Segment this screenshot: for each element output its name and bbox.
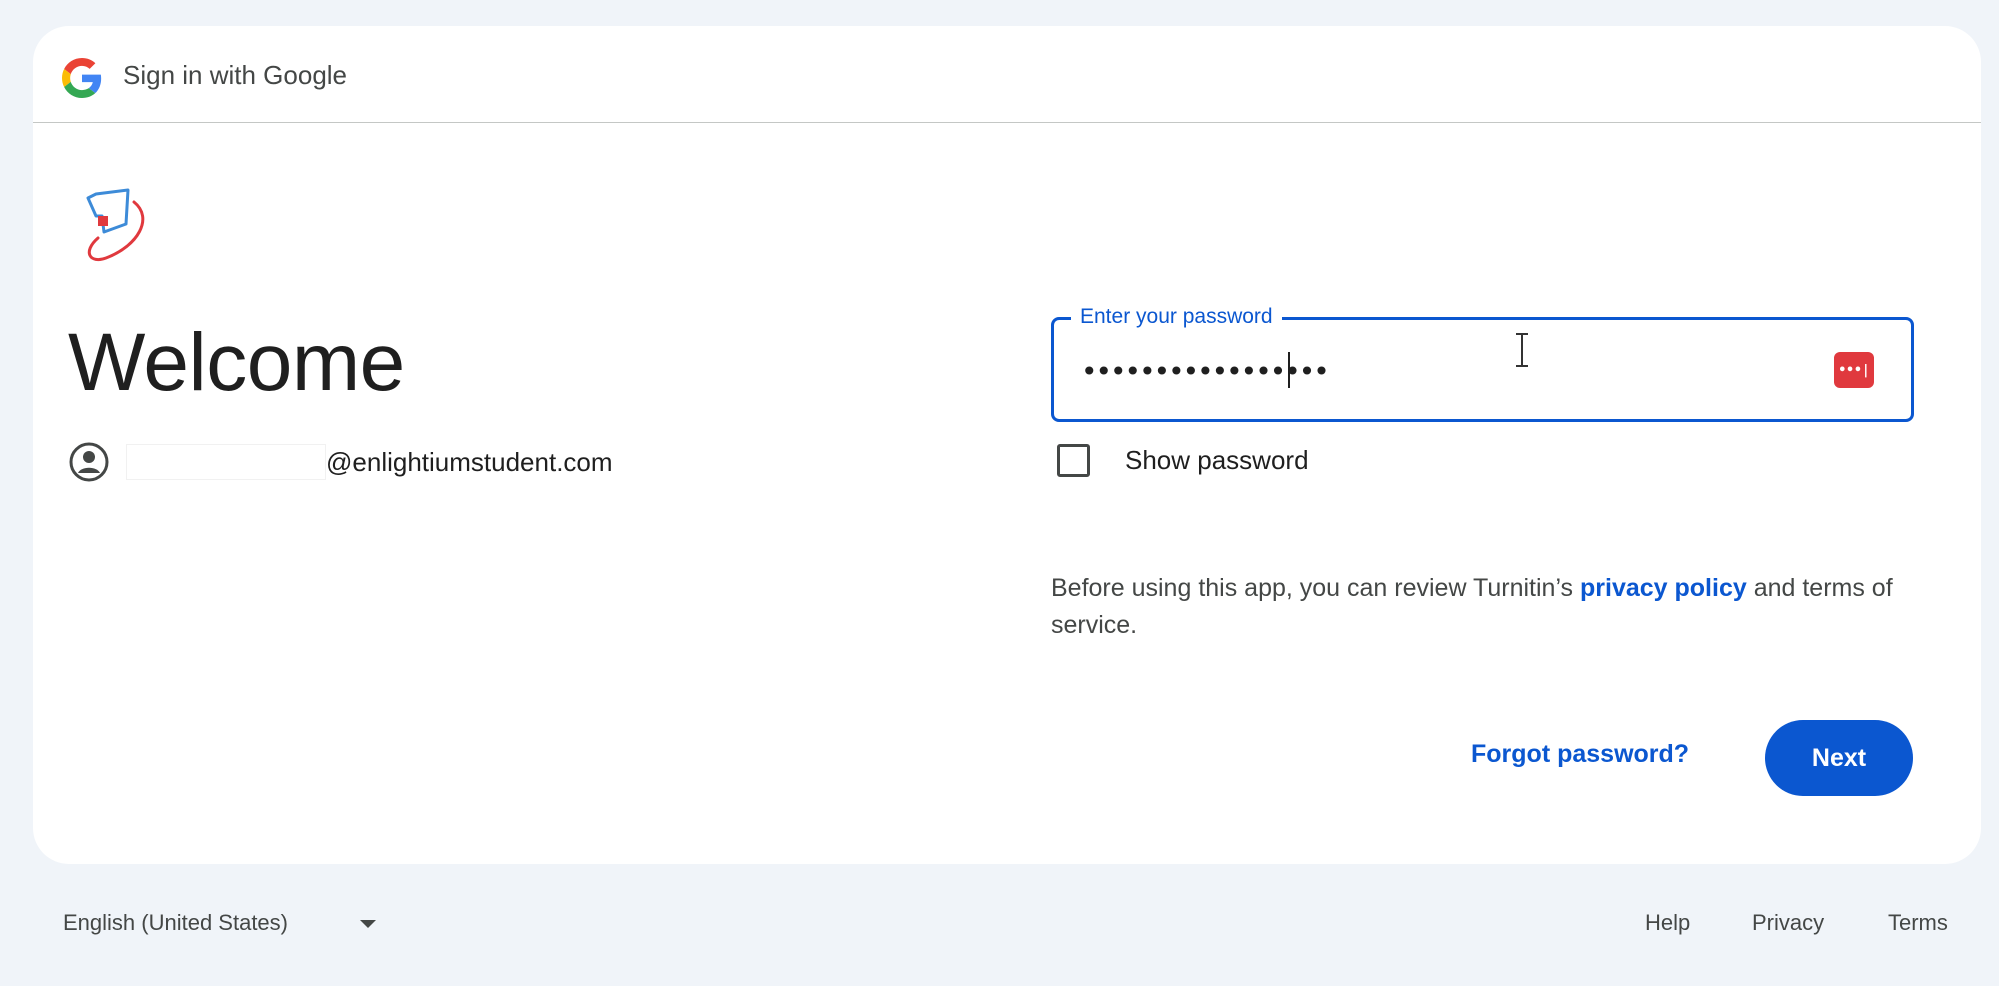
header-title: Sign in with Google xyxy=(123,60,348,90)
footer-terms-link[interactable]: Terms xyxy=(1888,910,1948,936)
footer-privacy-link[interactable]: Privacy xyxy=(1752,910,1824,936)
privacy-notice: Before using this app, you can review Tu… xyxy=(1051,570,1911,644)
account-email: @enlightiumstudent.com xyxy=(326,446,613,477)
turnitin-logo-icon xyxy=(86,188,145,261)
password-manager-icon[interactable]: •••| xyxy=(1834,352,1874,388)
dropdown-arrow-icon[interactable] xyxy=(360,920,376,928)
show-password-toggle[interactable]: Show password xyxy=(1057,440,1309,480)
privacy-policy-link[interactable]: privacy policy xyxy=(1580,574,1747,602)
footer-help-link[interactable]: Help xyxy=(1645,910,1690,936)
account-chip[interactable]: @enlightiumstudent.com xyxy=(68,440,613,484)
card-header: Sign in with Google xyxy=(33,26,1981,123)
language-selector[interactable]: English (United States) xyxy=(63,910,288,936)
text-caret xyxy=(1288,352,1290,388)
google-logo-icon xyxy=(62,58,102,98)
forgot-password-link[interactable]: Forgot password? xyxy=(1471,740,1689,769)
policy-text-before: Before using this app, you can review Tu… xyxy=(1051,574,1580,602)
password-value[interactable]: ••••••••••••••••• xyxy=(1081,355,1330,388)
show-password-label[interactable]: Show password xyxy=(1125,445,1309,476)
ibeam-cursor-icon xyxy=(1516,333,1528,367)
next-button[interactable]: Next xyxy=(1765,720,1913,796)
show-password-checkbox[interactable] xyxy=(1057,443,1090,477)
account-circle-icon xyxy=(69,442,109,482)
redacted-username xyxy=(126,444,326,480)
welcome-heading: Welcome xyxy=(68,317,405,408)
password-label: Enter your password xyxy=(1071,305,1282,329)
